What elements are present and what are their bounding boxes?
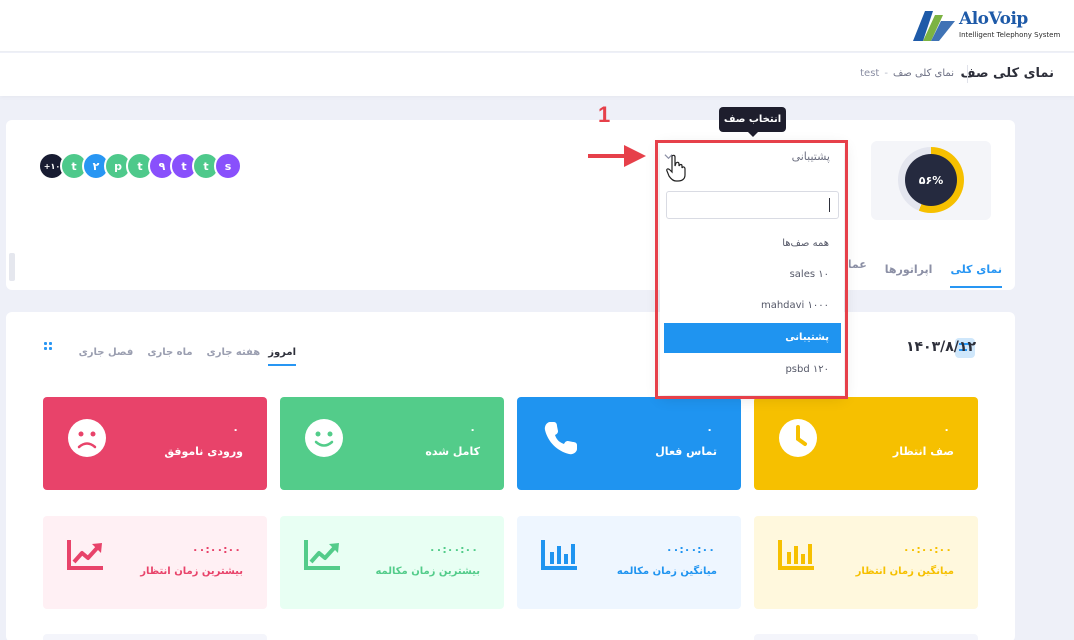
time-value: ۰۰:۰۰:۰۰ bbox=[902, 543, 952, 556]
queue-progress-box: ۵۶% bbox=[871, 141, 991, 220]
stat-label: ورودی ناموفق bbox=[164, 445, 243, 458]
trend-up-icon bbox=[304, 540, 340, 570]
time-label: میانگین زمان انتظار bbox=[855, 566, 954, 577]
time-label: بیشترین زمان انتظار bbox=[140, 566, 243, 577]
time-value: ۰۰:۰۰:۰۰ bbox=[191, 543, 241, 556]
current-date: ۱۴۰۳/۸/۱۲ bbox=[905, 339, 976, 355]
breadcrumb-current[interactable]: نمای کلی صف bbox=[893, 68, 954, 79]
clock-icon bbox=[779, 419, 817, 457]
brand-tagline: Intelligent Telephony System bbox=[959, 31, 1061, 39]
page-title: نمای کلی صف bbox=[960, 66, 1054, 81]
time-card-avg-talk[interactable]: ۰۰:۰۰:۰۰ میانگین زمان مکالمه bbox=[517, 516, 741, 609]
date-display: ۱۴۰۳/۸/۱۲ bbox=[906, 336, 976, 355]
overview-tabs: نمای کلی اپراتورها عملکرد bbox=[831, 258, 1002, 288]
breadcrumb-root[interactable]: test bbox=[860, 68, 879, 79]
agent-avatar[interactable]: s bbox=[214, 152, 242, 180]
tab-overview[interactable]: نمای کلی bbox=[950, 263, 1002, 288]
phone-icon bbox=[544, 422, 577, 455]
card-edge bbox=[754, 634, 978, 640]
stat-value: ۰ bbox=[232, 423, 239, 436]
time-card-avg-wait[interactable]: ۰۰:۰۰:۰۰ میانگین زمان انتظار bbox=[754, 516, 978, 609]
trend-up-icon bbox=[67, 540, 103, 570]
stat-label: تماس فعال bbox=[655, 445, 717, 458]
tab-operators[interactable]: اپراتورها bbox=[885, 263, 933, 286]
hand-cursor-icon bbox=[666, 154, 686, 182]
arrow-right-icon bbox=[588, 145, 646, 167]
stat-label: صف انتظار bbox=[892, 445, 954, 458]
progress-ring: ۵۶% bbox=[898, 147, 964, 213]
time-card-max-talk[interactable]: ۰۰:۰۰:۰۰ بیشترین زمان مکالمه bbox=[280, 516, 504, 609]
agent-avatars: s t t ۹ t p ۲ t +۱۰ bbox=[38, 152, 248, 180]
stat-card-waiting-queue[interactable]: ۰ صف انتظار bbox=[754, 397, 978, 490]
stat-label: کامل شده bbox=[425, 445, 480, 458]
logo-mark-icon bbox=[913, 11, 955, 41]
breadcrumb: نمای کلی صف-test bbox=[860, 68, 954, 79]
queue-select-tooltip: انتخاب صف bbox=[719, 107, 786, 137]
stat-value: ۰ bbox=[469, 423, 476, 436]
bar-chart-icon bbox=[778, 540, 814, 570]
breadcrumb-separator: - bbox=[884, 68, 888, 79]
step-number: 1 bbox=[598, 102, 611, 127]
brand-logo[interactable]: AloVoip Intelligent Telephony System bbox=[911, 9, 1060, 45]
period-month[interactable]: ماه جاری bbox=[147, 347, 192, 364]
time-card-max-wait[interactable]: ۰۰:۰۰:۰۰ بیشترین زمان انتظار bbox=[43, 516, 267, 609]
smile-icon bbox=[305, 419, 343, 457]
time-label: بیشترین زمان مکالمه bbox=[375, 566, 480, 577]
breadcrumb-divider bbox=[967, 65, 968, 83]
scroll-handle[interactable] bbox=[9, 253, 15, 281]
tab-performance[interactable]: عملکرد bbox=[849, 258, 867, 281]
brand-name: AloVoip bbox=[959, 9, 1028, 29]
time-value: ۰۰:۰۰:۰۰ bbox=[428, 543, 478, 556]
period-today[interactable]: امروز bbox=[268, 347, 296, 366]
progress-value: ۵۶% bbox=[905, 154, 957, 206]
grid-icon[interactable] bbox=[44, 342, 52, 350]
time-value: ۰۰:۰۰:۰۰ bbox=[665, 543, 715, 556]
time-label: میانگین زمان مکالمه bbox=[616, 566, 717, 577]
stat-value: ۰ bbox=[706, 423, 713, 436]
period-tabs: امروز هفته جاری ماه جاری فصل جاری bbox=[74, 340, 296, 366]
stat-value: ۰ bbox=[943, 423, 950, 436]
stat-card-active-calls[interactable]: ۰ تماس فعال bbox=[517, 397, 741, 490]
sub-header: نمای کلی صف نمای کلی صف-test bbox=[0, 53, 1074, 96]
sad-icon bbox=[68, 419, 106, 457]
top-bar: AloVoip Intelligent Telephony System bbox=[0, 0, 1074, 52]
bar-chart-icon bbox=[541, 540, 577, 570]
period-season[interactable]: فصل جاری bbox=[79, 347, 134, 364]
card-edge bbox=[43, 634, 267, 640]
period-week[interactable]: هفته جاری bbox=[207, 347, 261, 364]
stat-card-completed[interactable]: ۰ کامل شده bbox=[280, 397, 504, 490]
stat-card-failed-inbound[interactable]: ۰ ورودی ناموفق bbox=[43, 397, 267, 490]
